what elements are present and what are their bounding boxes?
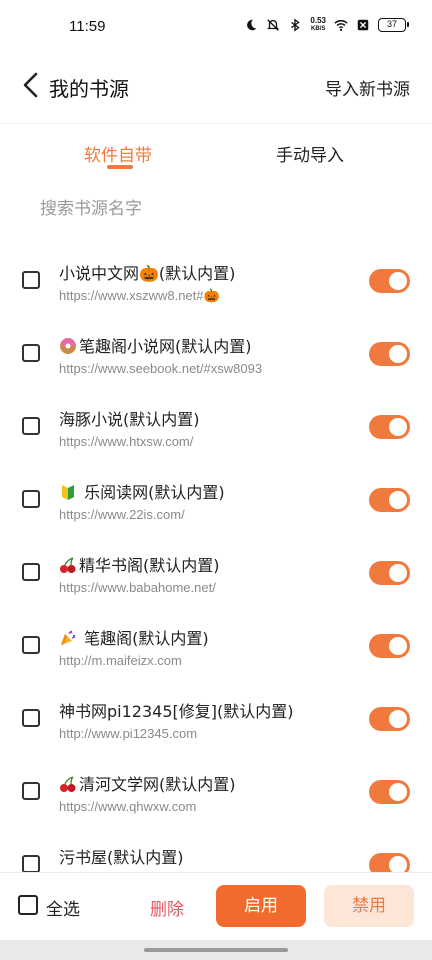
select-all-label[interactable]: 全选: [46, 895, 80, 920]
source-name-text: 精华书阁(默认内置): [79, 556, 220, 575]
source-name-text: 笔趣阁(默认内置): [84, 629, 209, 648]
enable-toggle[interactable]: [369, 853, 410, 872]
home-indicator[interactable]: [144, 948, 288, 952]
search-input[interactable]: [40, 194, 400, 224]
list-item: 精华书阁(默认内置) https://www.babahome.net/: [0, 536, 432, 609]
list-item: 清河文学网(默认内置) https://www.qhwxw.com: [0, 755, 432, 828]
enable-button[interactable]: 启用: [216, 885, 306, 927]
select-all-checkbox[interactable]: [18, 895, 38, 915]
row-checkbox[interactable]: [22, 563, 40, 581]
cherries-icon: [60, 557, 76, 573]
source-name: 小说中文网🎃(默认内置): [59, 264, 236, 283]
enable-toggle[interactable]: [369, 342, 410, 366]
page-title: 我的书源: [49, 77, 129, 101]
status-time: 11:59: [69, 18, 106, 35]
enable-toggle[interactable]: [369, 269, 410, 293]
battery-icon: 37: [378, 18, 409, 32]
beginner-icon: [62, 485, 74, 500]
source-url: http://www.pi12345.com: [59, 726, 198, 741]
source-url: http://m.maifeizx.com: [59, 653, 182, 668]
wifi-icon: [334, 20, 348, 31]
row-checkbox[interactable]: [22, 636, 40, 654]
source-name: 污书屋(默认内置): [59, 848, 184, 867]
source-name-text: 清河文学网(默认内置): [79, 775, 236, 794]
source-url: https://www.babahome.net/: [59, 580, 216, 595]
source-name: 清河文学网(默认内置): [59, 771, 236, 795]
source-url: https://www.qhwxw.com: [59, 799, 197, 814]
row-checkbox[interactable]: [22, 490, 40, 508]
import-source-button[interactable]: 导入新书源: [325, 75, 410, 100]
enable-toggle[interactable]: [369, 488, 410, 512]
source-name: 笔趣阁(默认内置): [59, 625, 209, 649]
back-arrow-icon[interactable]: [20, 71, 44, 99]
row-checkbox[interactable]: [22, 709, 40, 727]
list-item: 海豚小说(默认内置) https://www.htxsw.com/: [0, 390, 432, 463]
source-name-text: 乐阅读网(默认内置): [84, 483, 225, 502]
system-nav-bar: [0, 940, 432, 960]
source-name: 海豚小说(默认内置): [59, 410, 200, 429]
enable-toggle[interactable]: [369, 634, 410, 658]
bottom-action-bar: 全选 删除 启用 禁用: [0, 872, 432, 940]
enable-toggle[interactable]: [369, 561, 410, 585]
app-header: 我的书源 导入新书源: [0, 56, 432, 124]
network-speed-unit: KB/S: [311, 26, 326, 32]
no-sim-icon: [357, 19, 369, 31]
source-name-text: 笔趣阁小说网(默认内置): [79, 337, 252, 356]
donut-icon: [60, 338, 76, 354]
list-item: 乐阅读网(默认内置) https://www.22is.com/: [0, 463, 432, 536]
status-icons: 0.53 KB/S 37: [244, 17, 409, 33]
list-item: 小说中文网🎃(默认内置) https://www.xszww8.net#🎃: [0, 244, 432, 317]
list-item: 笔趣阁(默认内置) http://m.maifeizx.com: [0, 609, 432, 682]
row-checkbox[interactable]: [22, 271, 40, 289]
network-speed: 0.53 KB/S: [310, 17, 326, 33]
row-checkbox[interactable]: [22, 855, 40, 872]
row-checkbox[interactable]: [22, 782, 40, 800]
tab-builtin[interactable]: 软件自带: [84, 141, 152, 166]
row-checkbox[interactable]: [22, 344, 40, 362]
moon-icon: [247, 19, 257, 31]
source-name: 神书网pi12345[修复](默认内置): [59, 702, 294, 721]
enable-toggle[interactable]: [369, 780, 410, 804]
source-name: 笔趣阁小说网(默认内置): [59, 333, 252, 357]
active-tab-indicator: [107, 165, 133, 169]
list-item: 神书网pi12345[修复](默认内置) http://www.pi12345.…: [0, 682, 432, 755]
delete-button[interactable]: 删除: [150, 895, 184, 920]
status-bar: 11:59 0.53 KB/S 37: [0, 0, 432, 56]
cherries-icon: [60, 776, 76, 792]
source-url: https://www.22is.com/: [59, 507, 185, 522]
source-url: https://www.xszww8.net#🎃: [59, 288, 220, 303]
enable-toggle[interactable]: [369, 415, 410, 439]
list-item: 污书屋(默认内置): [0, 828, 432, 872]
bell-muted-icon: [267, 19, 280, 31]
source-url: https://www.htxsw.com/: [59, 434, 194, 449]
source-list: 小说中文网🎃(默认内置) https://www.xszww8.net#🎃 笔趣…: [0, 244, 432, 872]
source-tabs: 软件自带 手动导入: [0, 124, 432, 180]
bluetooth-icon: [291, 18, 301, 32]
party-popper-icon: [61, 630, 76, 645]
source-url: https://www.seebook.net/#xsw8093: [59, 361, 263, 376]
network-speed-value: 0.53: [310, 16, 326, 25]
enable-toggle[interactable]: [369, 707, 410, 731]
list-item: 笔趣阁小说网(默认内置) https://www.seebook.net/#xs…: [0, 317, 432, 390]
source-name: 乐阅读网(默认内置): [59, 479, 225, 503]
tab-manual-import[interactable]: 手动导入: [276, 141, 344, 166]
disable-button[interactable]: 禁用: [324, 885, 414, 927]
source-name: 精华书阁(默认内置): [59, 552, 220, 576]
row-checkbox[interactable]: [22, 417, 40, 435]
